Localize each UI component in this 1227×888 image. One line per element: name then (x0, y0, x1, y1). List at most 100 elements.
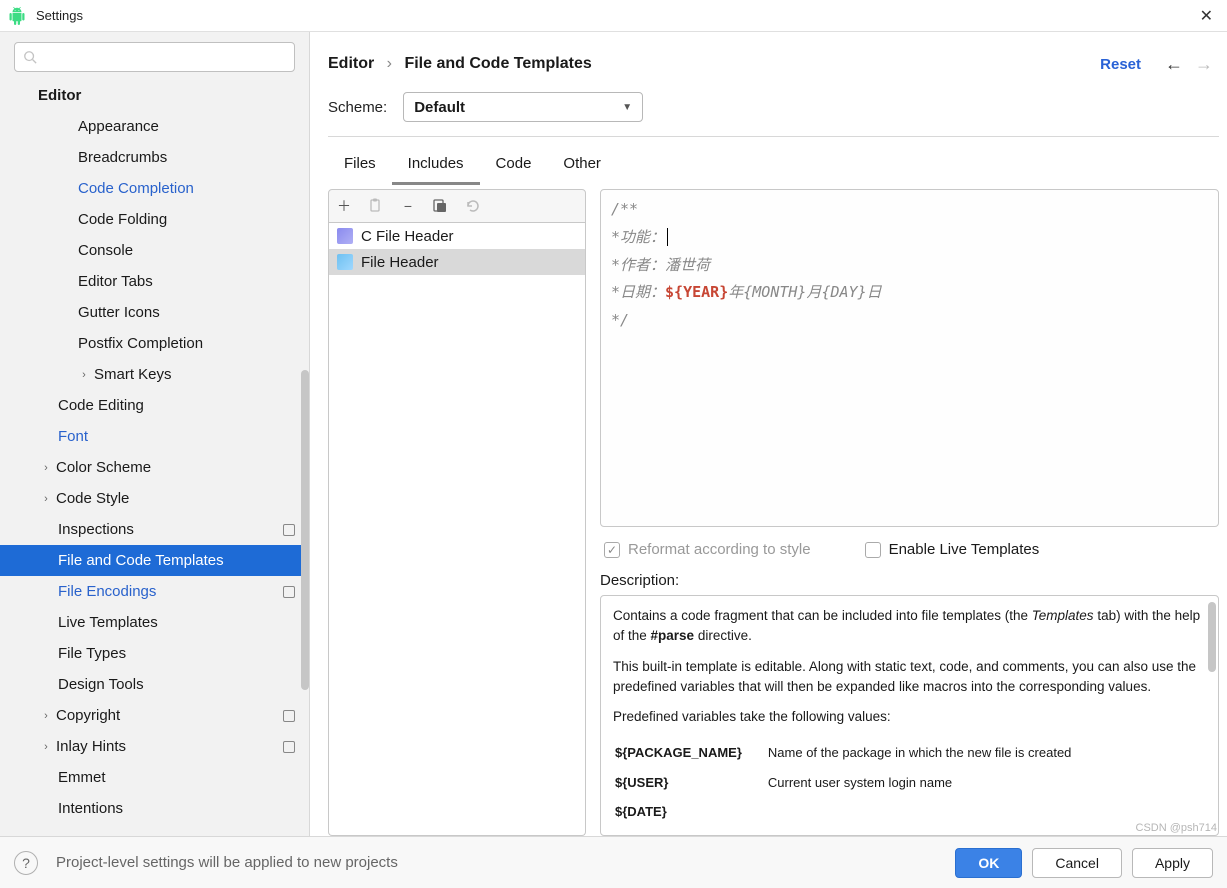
titlebar: Settings ✕ (0, 0, 1227, 32)
close-icon[interactable]: ✕ (1194, 6, 1219, 26)
back-arrow-icon[interactable]: ← (1165, 54, 1183, 75)
sidebar-item[interactable]: Emmet (0, 762, 309, 793)
checkbox-unchecked-icon (865, 542, 881, 558)
reset-link[interactable]: Reset (1100, 56, 1141, 73)
template-list-item[interactable]: File Header (329, 249, 585, 275)
sidebar-item-label: Copyright (56, 707, 120, 724)
sidebar-item[interactable]: Design Tools (0, 669, 309, 700)
paste-icon (367, 197, 385, 215)
sidebar-item[interactable]: › Code Style (0, 483, 309, 514)
tab[interactable]: Files (328, 145, 392, 185)
copy-icon[interactable] (431, 197, 449, 215)
sidebar-item-label: File and Code Templates (58, 552, 224, 569)
variables-table: ${PACKAGE_NAME}Name of the package in wh… (613, 737, 1097, 828)
sidebar-item-label: Code Folding (78, 211, 167, 228)
settings-tree: Editor Appearance Breadcrumbs Code Completi… (0, 80, 309, 836)
checkbox-row: Reformat according to style Enable Live … (600, 541, 1219, 558)
templates-pane: ＋ − C File Header File Header (328, 189, 586, 836)
sidebar-item-label: Code Completion (78, 180, 194, 197)
chevron-right-icon: › (40, 710, 52, 722)
sidebar-item[interactable]: Code Completion (0, 173, 309, 204)
sidebar-item[interactable]: › Copyright (0, 700, 309, 731)
sidebar-item[interactable]: Editor Tabs (0, 266, 309, 297)
sidebar-item-label: Font (58, 428, 88, 445)
tab[interactable]: Includes (392, 145, 480, 185)
remove-icon[interactable]: − (399, 197, 417, 215)
apply-button[interactable]: Apply (1132, 848, 1213, 878)
sidebar-item[interactable]: Gutter Icons (0, 297, 309, 328)
chevron-down-icon: ▼ (622, 102, 632, 113)
file-icon (337, 254, 353, 270)
sidebar-item[interactable]: Inspections (0, 514, 309, 545)
sidebar-item-label: File Types (58, 645, 126, 662)
table-row: ${DATE} (615, 798, 1095, 826)
sidebar-item-label: Inlay Hints (56, 738, 126, 755)
header-row: Editor › File and Code Templates Reset ←… (328, 46, 1219, 82)
scheme-row: Scheme: Default ▼ (328, 92, 1219, 137)
sidebar-item[interactable]: Editor (0, 80, 309, 111)
undo-icon (463, 197, 481, 215)
scheme-value: Default (414, 99, 465, 116)
project-badge-icon (283, 741, 295, 753)
sidebar-item-label: File Encodings (58, 583, 156, 600)
sidebar-item-label: Code Style (56, 490, 129, 507)
tab[interactable]: Other (547, 145, 617, 185)
var-name: ${PACKAGE_NAME} (615, 739, 766, 767)
sidebar-item[interactable]: Live Templates (0, 607, 309, 638)
sidebar-item[interactable]: Code Editing (0, 390, 309, 421)
chevron-right-icon: › (40, 493, 52, 505)
sidebar-item[interactable]: Intentions (0, 793, 309, 824)
template-list-item[interactable]: C File Header (329, 223, 585, 249)
template-item-label: File Header (361, 254, 439, 271)
var-desc: Name of the package in which the new fil… (768, 739, 1096, 767)
sidebar-item[interactable]: Postfix Completion (0, 328, 309, 359)
breadcrumb-root[interactable]: Editor (328, 55, 374, 72)
sidebar-item[interactable]: File and Code Templates (0, 545, 309, 576)
sidebar-item[interactable]: Console (0, 235, 309, 266)
breadcrumb: Editor › File and Code Templates (328, 55, 592, 73)
sidebar-item[interactable]: Appearance (0, 111, 309, 142)
sidebar-item[interactable]: Font (0, 421, 309, 452)
template-item-label: C File Header (361, 228, 454, 245)
sidebar-item-label: Editor (38, 87, 81, 104)
sidebar-item-label: Inspections (58, 521, 134, 538)
live-templates-checkbox[interactable]: Enable Live Templates (865, 541, 1040, 558)
sidebar-item-label: Gutter Icons (78, 304, 160, 321)
var-desc: Current user system login name (768, 769, 1096, 797)
ok-button[interactable]: OK (955, 848, 1022, 878)
sidebar-item-label: Color Scheme (56, 459, 151, 476)
var-name: ${USER} (615, 769, 766, 797)
sidebar-item[interactable]: Code Folding (0, 204, 309, 235)
add-icon[interactable]: ＋ (335, 197, 353, 215)
main-panel: Editor › File and Code Templates Reset ←… (310, 32, 1227, 836)
sidebar-item[interactable]: Breadcrumbs (0, 142, 309, 173)
sidebar-item-label: Breadcrumbs (78, 149, 167, 166)
description-box: Contains a code fragment that can be inc… (600, 595, 1219, 836)
templates-list: C File Header File Header (328, 223, 586, 836)
search-input-container[interactable] (14, 42, 295, 72)
sidebar-item[interactable]: › Inlay Hints (0, 731, 309, 762)
table-row: ${USER}Current user system login name (615, 769, 1095, 797)
sidebar-item-label: Intentions (58, 800, 123, 817)
search-icon (23, 50, 37, 64)
sidebar-item[interactable]: ›Smart Keys (0, 359, 309, 390)
project-badge-icon (283, 586, 295, 598)
chevron-right-icon: › (40, 741, 52, 753)
tab[interactable]: Code (480, 145, 548, 185)
scheme-dropdown[interactable]: Default ▼ (403, 92, 643, 122)
cancel-button[interactable]: Cancel (1032, 848, 1122, 878)
tabs: FilesIncludesCodeOther (328, 145, 1219, 185)
sidebar-item[interactable]: File Encodings (0, 576, 309, 607)
help-icon[interactable]: ? (14, 851, 38, 875)
template-editor[interactable]: /** *功能： *作者：潘世荷 *日期：${YEAR}年{MONTH}月{DA… (600, 189, 1219, 527)
sidebar-item[interactable]: ›Color Scheme (0, 452, 309, 483)
scrollbar-thumb[interactable] (301, 370, 309, 690)
forward-arrow-icon: → (1195, 54, 1213, 75)
sidebar-item-label: Code Editing (58, 397, 144, 414)
sidebar-item-label: Console (78, 242, 133, 259)
scheme-label: Scheme: (328, 99, 387, 116)
search-input[interactable] (43, 50, 286, 65)
scrollbar-thumb[interactable] (1208, 602, 1216, 672)
sidebar-item[interactable]: File Types (0, 638, 309, 669)
window-title: Settings (36, 8, 1194, 23)
